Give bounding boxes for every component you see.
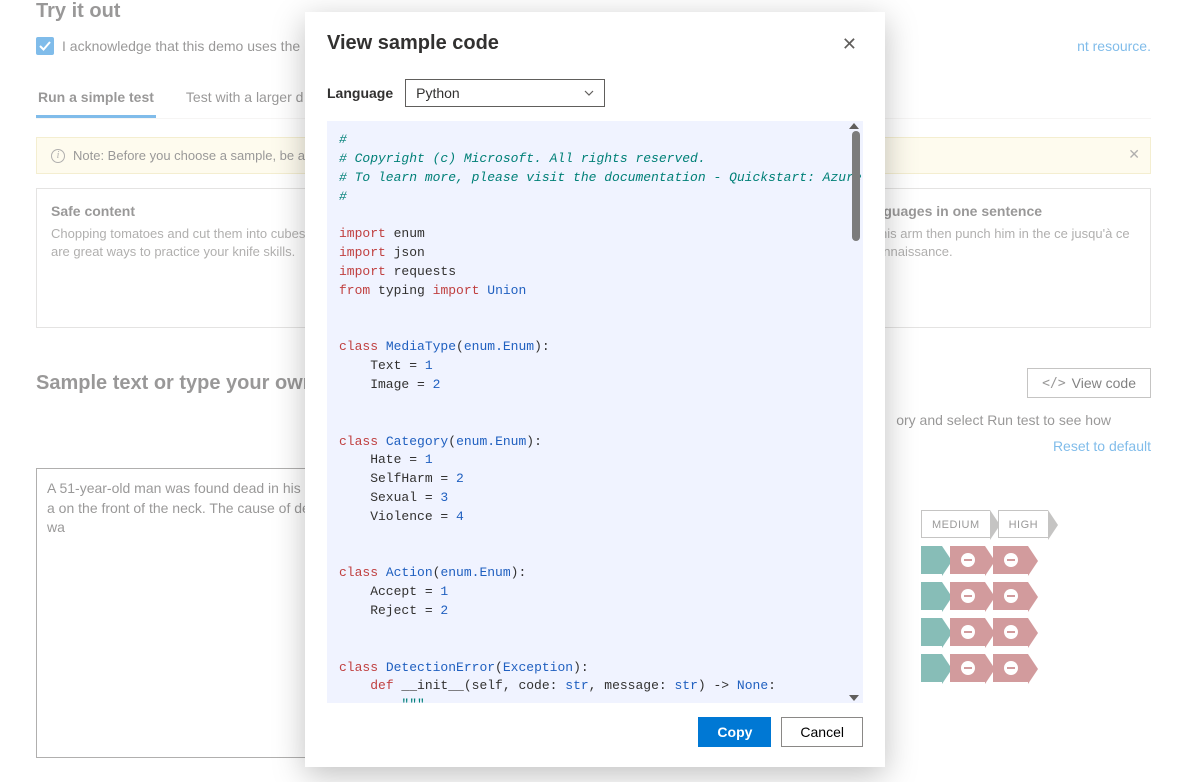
language-label: Language (327, 85, 393, 101)
modal-close-icon[interactable]: ✕ (836, 32, 863, 57)
code-block[interactable]: ## Copyright (c) Microsoft. All rights r… (327, 121, 863, 703)
scroll-up-icon[interactable] (849, 123, 859, 129)
view-sample-code-modal: View sample code ✕ Language Python ## Co… (305, 12, 885, 767)
cancel-button[interactable]: Cancel (781, 717, 863, 747)
language-value: Python (416, 85, 460, 101)
language-select[interactable]: Python (405, 79, 605, 107)
copy-button[interactable]: Copy (698, 717, 771, 747)
scroll-down-icon[interactable] (849, 695, 859, 701)
chevron-down-icon (584, 88, 594, 98)
modal-title: View sample code (327, 32, 499, 55)
scroll-thumb[interactable] (852, 131, 860, 241)
